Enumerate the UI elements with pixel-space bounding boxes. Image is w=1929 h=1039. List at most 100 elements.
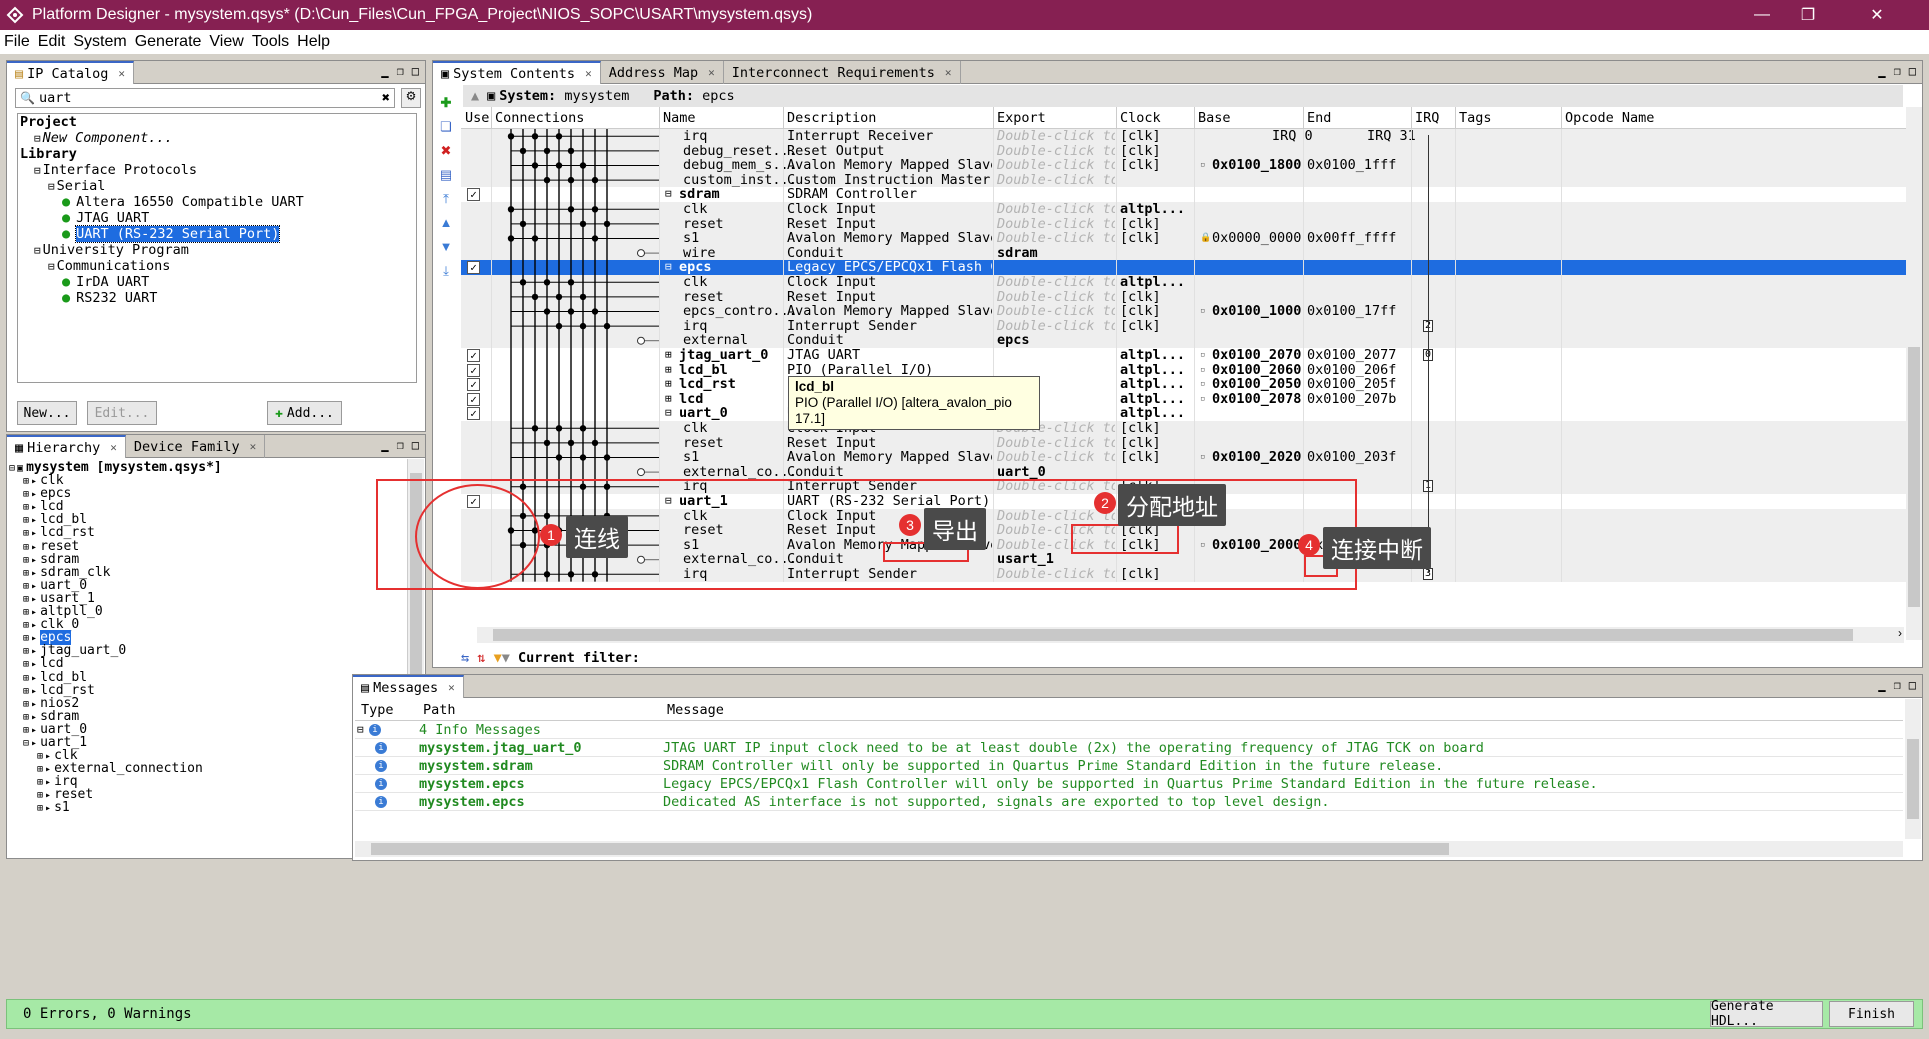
collapse-icon[interactable]: ⊟: [34, 244, 41, 257]
connection-dot[interactable]: [531, 235, 539, 242]
connection-dot[interactable]: [591, 308, 599, 315]
move-down-icon[interactable]: ▼: [435, 235, 457, 259]
connection-dot[interactable]: [555, 454, 563, 461]
gear-icon[interactable]: ⚙: [401, 88, 421, 108]
row-clock[interactable]: altpl...: [1120, 377, 1185, 392]
table-row[interactable]: external_co... Conduit uart_0: [461, 465, 1906, 480]
tree-item[interactable]: ● IrDA UART: [20, 274, 416, 290]
use-checkbox[interactable]: ✓: [467, 378, 480, 392]
expand-icon[interactable]: ⊞: [23, 686, 29, 697]
row-base[interactable]: 0x0100_1800: [1212, 158, 1301, 173]
connection-dot[interactable]: [555, 425, 563, 432]
row-export[interactable]: Double-click to: [997, 217, 1115, 232]
row-base[interactable]: IRQ 0: [1272, 129, 1313, 144]
connection-dot[interactable]: [507, 235, 515, 242]
close-icon[interactable]: ✕: [118, 67, 125, 80]
connection-dot[interactable]: [543, 147, 551, 155]
row-export[interactable]: Double-click to: [997, 436, 1115, 451]
search-input[interactable]: uart: [39, 90, 72, 106]
column-header[interactable]: Use: [465, 110, 489, 126]
export-dot[interactable]: [637, 468, 645, 477]
column-header[interactable]: Clock: [1120, 110, 1161, 126]
expand-icon[interactable]: ⊞: [23, 581, 29, 592]
message-row[interactable]: i mysystem.epcs Dedicated AS interface is …: [355, 793, 1903, 811]
tree-item[interactable]: ● Altera 16550 Compatible UART: [20, 194, 416, 210]
row-clock[interactable]: [clk]: [1120, 289, 1161, 305]
table-row[interactable]: ✓ ⊟ sdram SDRAM Controller: [461, 187, 1906, 202]
menu-help[interactable]: Help: [293, 33, 334, 51]
table-row[interactable]: ✓ ⊞ lcd_bl PIO (Parallel I/O) altpl... ▫ 0x010…: [461, 362, 1906, 378]
minimize-icon[interactable]: ▁: [381, 438, 388, 452]
menu-view[interactable]: View: [205, 33, 247, 51]
unlock-icon[interactable]: ▫: [1200, 450, 1205, 465]
row-clock[interactable]: [clk]: [1120, 129, 1161, 144]
use-checkbox[interactable]: ✓: [467, 407, 480, 421]
generate-hdl-button[interactable]: Generate HDL...: [1710, 999, 1823, 1029]
tab-device-family[interactable]: Device Family ✕: [126, 435, 266, 458]
expand-icon[interactable]: ⊞: [665, 377, 672, 392]
connection-dot[interactable]: [591, 235, 599, 242]
row-export[interactable]: Double-click to: [997, 129, 1115, 144]
use-checkbox[interactable]: ✓: [467, 349, 480, 362]
row-export[interactable]: Double-click to: [997, 144, 1115, 159]
row-base[interactable]: 0x0100_2060: [1212, 362, 1301, 378]
table-row[interactable]: ✓⊟uart_0UART (RS-232 Serial Port)altpl..…: [461, 406, 1906, 421]
collapse-icon[interactable]: ⊟: [665, 260, 672, 275]
message-row[interactable]: i mysystem.jtag_uart_0 JTAG UART IP input …: [355, 739, 1903, 757]
use-checkbox[interactable]: ✓: [467, 261, 480, 275]
remove-icon[interactable]: ✖: [435, 139, 457, 163]
connection-dot[interactable]: [579, 220, 587, 228]
collapse-icon[interactable]: ⊟: [665, 406, 672, 421]
connection-dot[interactable]: [543, 176, 551, 184]
connection-dot[interactable]: [579, 162, 587, 169]
row-export[interactable]: Double-click to: [997, 202, 1115, 217]
ip-search-field[interactable]: 🔍 uart ✖: [15, 88, 395, 108]
unlock-icon[interactable]: ▫: [1200, 392, 1205, 407]
table-row[interactable]: custom_inst... Custom Instruction Master D…: [461, 173, 1906, 188]
system-hscroll[interactable]: ›: [477, 626, 1904, 643]
expand-icon[interactable]: ⊞: [23, 476, 29, 487]
move-bottom-icon[interactable]: ⤓: [435, 259, 457, 283]
export-dot[interactable]: [637, 336, 645, 345]
table-row[interactable]: ✓ ⊟ epcs Legacy EPCS/EPCQx1 Flash Cont...: [461, 260, 1906, 275]
row-clock[interactable]: altpl...: [1120, 362, 1185, 378]
table-row[interactable]: clk Clock Input Double-click to altpl...: [461, 275, 1906, 290]
row-clock[interactable]: [clk]: [1120, 158, 1161, 173]
message-row[interactable]: i mysystem.sdram SDRAM Controller will onl…: [355, 757, 1903, 775]
table-row[interactable]: reset Reset Input Double-click to [clk]: [461, 289, 1906, 305]
row-clock[interactable]: altpl...: [1120, 275, 1185, 290]
system-vscroll[interactable]: [1906, 107, 1922, 640]
unlock-icon[interactable]: ▫: [1200, 363, 1205, 378]
table-row[interactable]: reset Reset Input Double-click to [clk]: [461, 216, 1906, 232]
expand-icon[interactable]: ⊞: [23, 607, 29, 618]
tab-hierarchy[interactable]: ▦ Hierarchy ✕: [7, 435, 126, 458]
expand-icon[interactable]: ⊞: [23, 489, 29, 500]
close-icon[interactable]: ✕: [448, 681, 455, 694]
expand-icon[interactable]: ⊞: [23, 673, 29, 684]
close-icon[interactable]: ✕: [708, 66, 715, 79]
row-base[interactable]: 0x0000_0000: [1212, 231, 1301, 246]
table-row[interactable]: external Conduit epcs: [461, 333, 1906, 348]
row-export[interactable]: Double-click to: [997, 231, 1115, 246]
minimize-button[interactable]: —: [1739, 0, 1785, 30]
row-export[interactable]: Double-click to: [997, 158, 1115, 173]
collapse-icon[interactable]: ⊟: [34, 132, 41, 145]
connection-dot[interactable]: [579, 454, 587, 461]
messages-hscroll[interactable]: [355, 841, 1903, 857]
row-base[interactable]: 0x0100_2078: [1212, 392, 1301, 407]
finish-button[interactable]: Finish: [1829, 1001, 1914, 1027]
tree-item[interactable]: ⊟ Communications: [20, 258, 416, 274]
expand-icon[interactable]: ⊞: [23, 633, 29, 644]
row-clock[interactable]: [clk]: [1120, 231, 1161, 246]
connection-dot[interactable]: [579, 293, 587, 301]
expand-icon[interactable]: ⊞: [23, 528, 29, 539]
column-header[interactable]: Connections: [495, 110, 584, 126]
column-header[interactable]: Tags: [1459, 110, 1492, 126]
maximize-icon[interactable]: □: [412, 438, 419, 452]
table-row[interactable]: s1 Avalon Memory Mapped Slave Double-click…: [461, 231, 1906, 246]
connection-dot[interactable]: [507, 133, 515, 140]
restore-icon[interactable]: ❐: [1894, 64, 1901, 78]
collapse-icon[interactable]: ⊟: [48, 260, 55, 273]
filter-exported-icon[interactable]: ⇅: [477, 650, 485, 666]
tab-system-contents[interactable]: ▣ System Contents ✕: [433, 61, 601, 84]
